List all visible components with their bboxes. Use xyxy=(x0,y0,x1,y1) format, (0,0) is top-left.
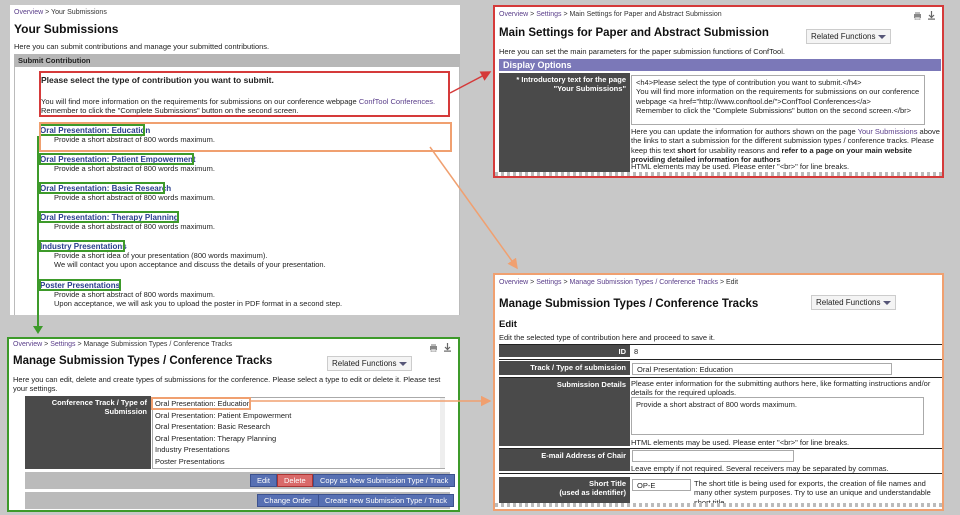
arrow-green-head xyxy=(33,326,43,334)
arrow-red xyxy=(449,71,492,94)
arrow-orange xyxy=(429,146,518,270)
connector-arrows xyxy=(33,71,518,407)
